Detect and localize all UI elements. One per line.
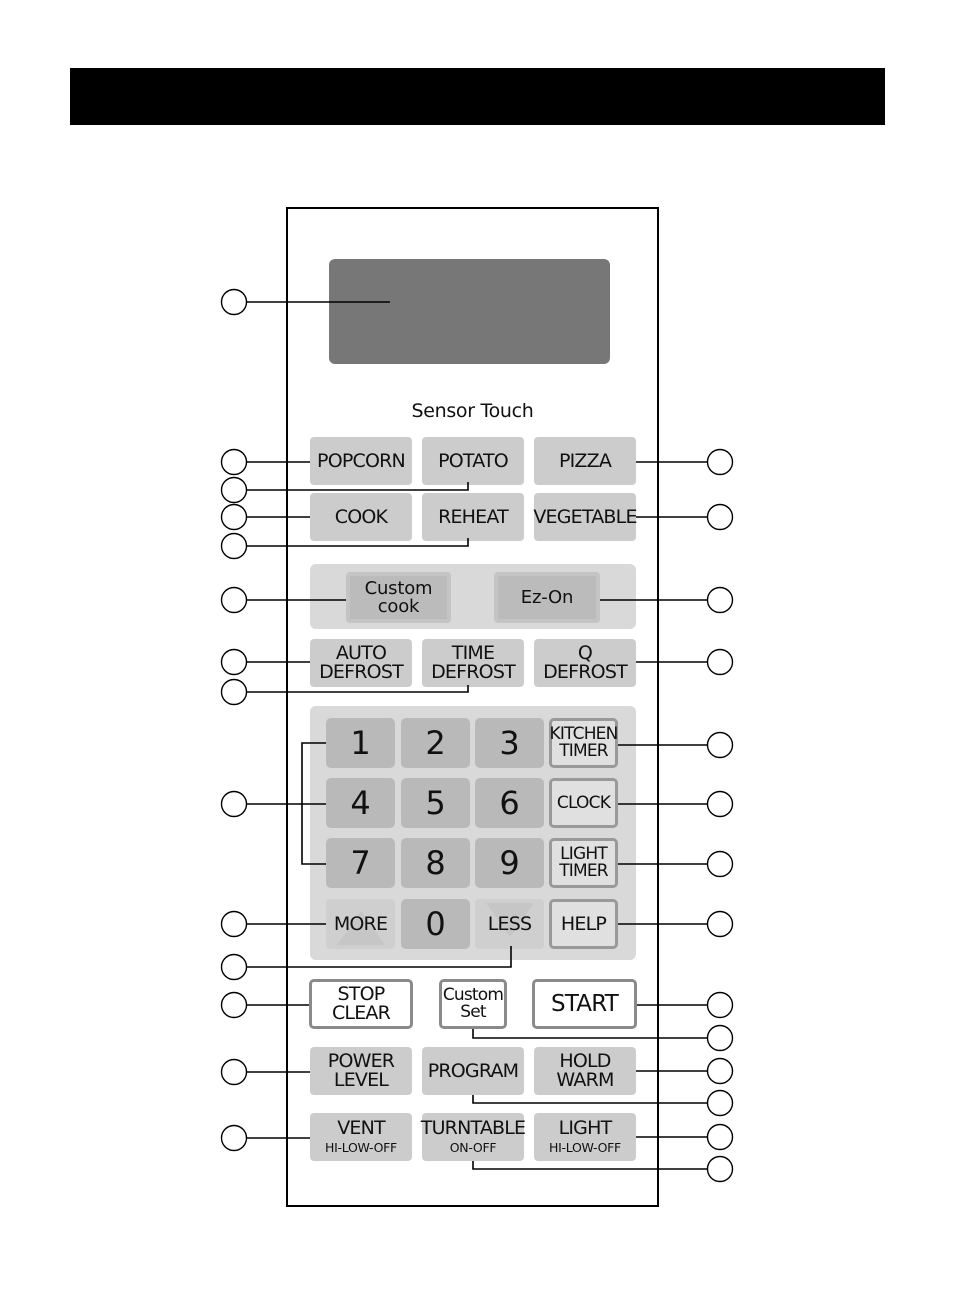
leader-line bbox=[472, 1161, 707, 1170]
leader-line bbox=[247, 946, 512, 968]
callout-circle bbox=[220, 953, 248, 981]
callout-circle bbox=[220, 790, 248, 818]
leader-line bbox=[247, 482, 469, 491]
callout-circle bbox=[220, 910, 248, 938]
callout-circle bbox=[220, 678, 248, 706]
leader-line bbox=[472, 1029, 707, 1039]
callout-circle bbox=[220, 991, 248, 1019]
callout-circle bbox=[706, 910, 734, 938]
callout-circle bbox=[220, 448, 248, 476]
callout-circle bbox=[220, 648, 248, 676]
callout-circle bbox=[706, 991, 734, 1019]
callout-circle bbox=[706, 850, 734, 878]
leader-line bbox=[472, 1095, 707, 1104]
callout-circle bbox=[706, 1089, 734, 1117]
callout-circle bbox=[220, 288, 248, 316]
callout-circle bbox=[706, 1155, 734, 1183]
callout-circle bbox=[706, 503, 734, 531]
callout-circle bbox=[220, 1124, 248, 1152]
callout-circle bbox=[220, 586, 248, 614]
callout-circle bbox=[706, 790, 734, 818]
leader-line bbox=[247, 538, 469, 547]
callout-circle bbox=[706, 1024, 734, 1052]
callout-circle bbox=[706, 448, 734, 476]
callout-circle bbox=[220, 503, 248, 531]
callout-circle bbox=[706, 731, 734, 759]
leader-line bbox=[247, 685, 469, 693]
callout-circle bbox=[706, 586, 734, 614]
less-label: LESS bbox=[487, 912, 532, 935]
callout-circle bbox=[706, 648, 734, 676]
callout-circle bbox=[706, 1057, 734, 1085]
callout-circle bbox=[706, 1123, 734, 1151]
callout-circle bbox=[220, 476, 248, 504]
callout-leaders bbox=[220, 288, 734, 1183]
more-label: MORE bbox=[333, 912, 388, 935]
callout-circle bbox=[220, 532, 248, 560]
callout-circle bbox=[220, 1058, 248, 1086]
